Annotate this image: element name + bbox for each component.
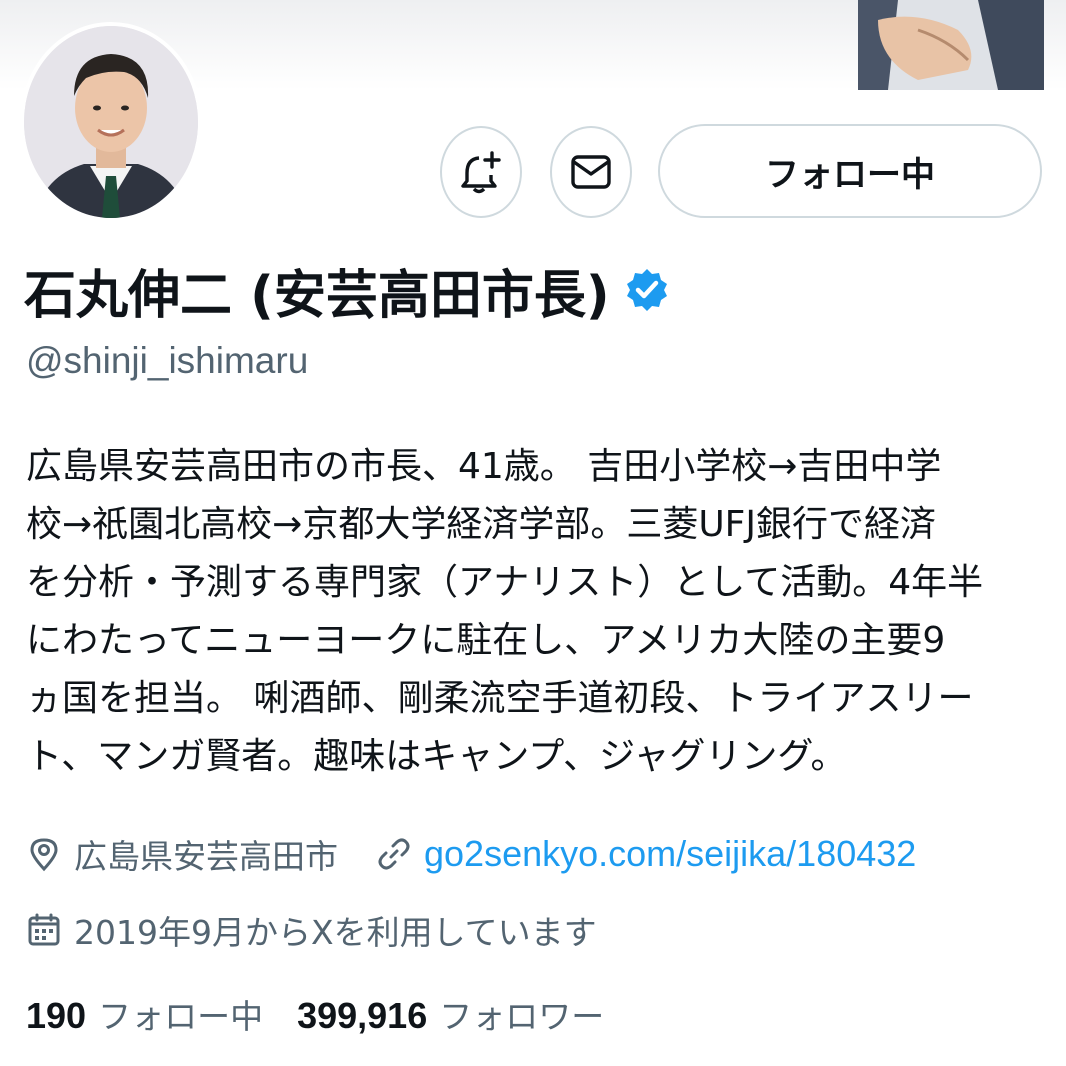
profile-location: 広島県安芸高田市 [74, 837, 338, 876]
envelope-icon [571, 155, 611, 189]
profile-joined-row: 2019年9月からXを利用しています [26, 906, 597, 954]
profile-website-link[interactable]: go2senkyo.com/seijika/180432 [424, 833, 916, 875]
profile-stats: 190 フォロー中 399,916 フォロワー [26, 990, 604, 1038]
followers-link[interactable]: 399,916 フォロワー [297, 990, 604, 1038]
calendar-icon [28, 913, 60, 946]
verified-badge-icon[interactable] [624, 267, 670, 313]
bio-line: にわたってニューヨークに駐在し、アメリカ大陸の主要9 [26, 620, 946, 661]
bio-line: 広島県安芸高田市の市長、41歳。 吉田小学校→吉田中学 [26, 446, 942, 487]
bio-line: ヵ国を担当。 唎酒師、剛柔流空手道初段、トライアスリー [26, 678, 974, 719]
profile-bio: 広島県安芸高田市の市長、41歳。 吉田小学校→吉田中学 校→祇園北高校→京都大学… [26, 438, 1046, 786]
bio-line: 校→祇園北高校→京都大学経済学部。三菱UFJ銀行で経済 [26, 504, 937, 545]
notify-button[interactable] [440, 126, 522, 218]
message-button[interactable] [550, 126, 632, 218]
following-count: 190 [26, 995, 87, 1036]
following-button[interactable]: フォロー中 [658, 124, 1042, 218]
bio-line: ト、マンガ賢者。趣味はキャンプ、ジャグリング。 [26, 736, 847, 777]
profile-name-row: 石丸伸二 (安芸高田市長) [24, 252, 670, 328]
display-name: 石丸伸二 (安芸高田市長) [24, 265, 610, 326]
profile-join-date: 2019年9月からXを利用しています [74, 913, 597, 952]
avatar[interactable] [20, 22, 202, 222]
bell-plus-icon [461, 151, 501, 194]
location-pin-icon [30, 838, 58, 872]
profile-meta-row: 広島県安芸高田市 go2senkyo.com/seijika/180432 [26, 830, 916, 878]
link-icon [378, 838, 410, 870]
bio-line: を分析・予測する専門家（アナリスト）として活動。4年半 [26, 562, 984, 603]
banner-image[interactable] [858, 0, 1044, 90]
followers-count: 399,916 [297, 995, 428, 1036]
profile-handle: @shinji_ishimaru [26, 340, 309, 381]
following-label: フォロー中 [98, 997, 264, 1036]
following-link[interactable]: 190 フォロー中 [26, 990, 263, 1038]
followers-label: フォロワー [439, 997, 605, 1036]
